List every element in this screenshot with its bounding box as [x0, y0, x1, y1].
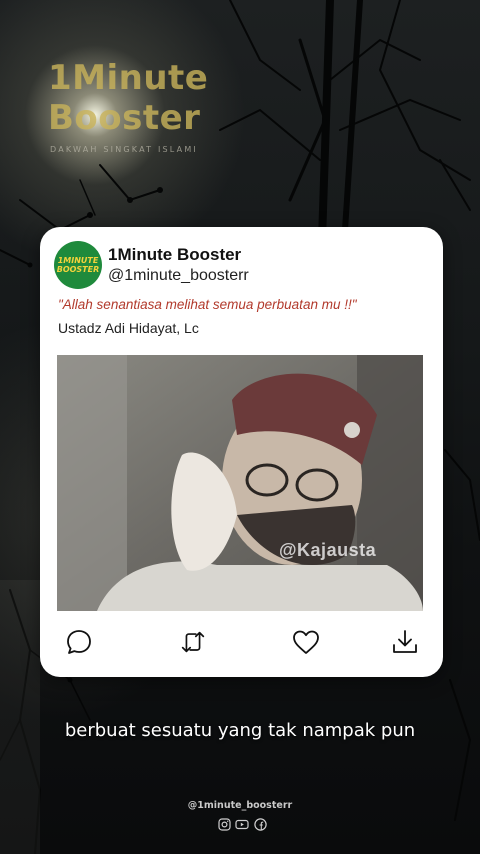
avatar-text-line1: 1MINUTE: [57, 256, 99, 265]
avatar-text-line2: BOOSTER: [56, 265, 100, 274]
speaker-name: Ustadz Adi Hidayat, Lc: [58, 320, 199, 336]
video-watermark: @Kajausta: [279, 540, 377, 560]
video-frame[interactable]: @Kajausta: [57, 355, 423, 611]
brand-tagline: DAKWAH SINGKAT ISLAMI: [50, 145, 198, 154]
download-icon: [393, 630, 417, 653]
subtitle-caption: berbuat sesuatu yang tak nampak pun: [64, 720, 416, 741]
heart-icon: [293, 630, 319, 654]
repost-button[interactable]: [178, 627, 208, 657]
video-image: [57, 355, 423, 611]
avatar[interactable]: 1MINUTE BOOSTER: [54, 241, 102, 289]
post-actions: [40, 623, 443, 663]
youtube-icon: [235, 819, 249, 829]
download-button[interactable]: [390, 627, 420, 657]
instagram-icon: [217, 817, 231, 831]
facebook-icon: [253, 817, 267, 831]
account-handle[interactable]: @1minute_boosterr: [108, 267, 249, 285]
post-card: 1MINUTE BOOSTER 1Minute Booster @1minute…: [40, 227, 443, 677]
youtube-link[interactable]: [235, 817, 249, 831]
social-icons: [215, 817, 269, 833]
brand-logo: 1Minute Booster: [48, 58, 208, 138]
instagram-link[interactable]: [217, 817, 231, 831]
facebook-link[interactable]: [253, 817, 267, 831]
comment-button[interactable]: [64, 627, 94, 657]
account-name[interactable]: 1Minute Booster: [108, 245, 241, 265]
brand-title-line1: 1Minute: [48, 58, 209, 98]
repost-icon: [181, 631, 205, 653]
brand-title-line2: Booster: [48, 98, 201, 138]
post-quote: "Allah senantiasa melihat semua perbuata…: [58, 297, 357, 312]
comment-icon: [67, 630, 91, 654]
like-button[interactable]: [291, 627, 321, 657]
footer-handle: @1minute_boosterr: [187, 800, 293, 811]
